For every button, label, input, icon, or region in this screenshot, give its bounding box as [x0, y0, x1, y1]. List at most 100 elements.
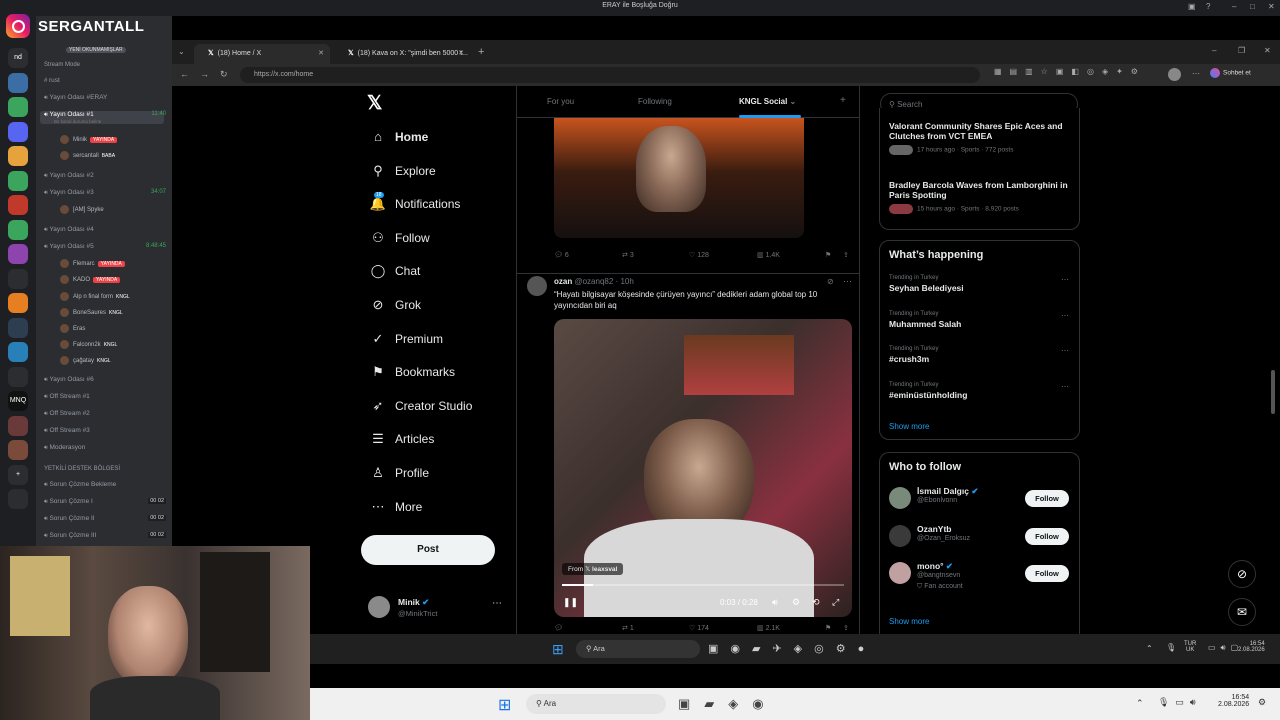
reply-button[interactable]: 💬︎: [554, 624, 563, 632]
voice-user[interactable]: [AM] Spyke: [60, 205, 104, 214]
unread-badge[interactable]: YENİ OKUNMAMIŞLAR: [66, 47, 126, 53]
suggested-account[interactable]: mono° ✔ @bangtnsevn ⛉ Fan account Follow: [880, 561, 1079, 591]
post-video[interactable]: From 𝕏 leaxsval ❚❚ 0:03 / 0:28 🔊︎ ⚙ ⟲ ⤢: [554, 319, 852, 617]
back-icon[interactable]: ←: [180, 69, 189, 79]
grok-float-icon[interactable]: ⊘: [1228, 560, 1256, 588]
voice-user[interactable]: KADO YAYINDA: [60, 275, 121, 284]
channel-item[interactable]: 🔊︎ Off Stream #1: [44, 393, 90, 401]
tab-home[interactable]: 𝕏 (18) Home / X ✕: [194, 44, 330, 64]
tab-kngl-social[interactable]: KNGL Social ⌄: [739, 97, 796, 106]
nav-profile[interactable]: ♙ Profile: [368, 465, 429, 481]
tray-chevron-icon[interactable]: ⌃: [1146, 644, 1153, 653]
server-icon[interactable]: [8, 170, 28, 191]
suggested-account[interactable]: İsmail Dalgıç ✔ @Ebonlvonn Follow: [880, 486, 1079, 516]
nav-creator-studio[interactable]: ➶ Creator Studio: [368, 398, 473, 414]
server-icon[interactable]: [8, 97, 28, 117]
post-time[interactable]: 10h: [620, 277, 633, 286]
channel-item[interactable]: 🔊︎ Yayın Odası #ERAY: [44, 94, 107, 102]
maximize-icon[interactable]: □: [1250, 2, 1255, 11]
channel-item[interactable]: 🔊︎ Sorun Çözme Bekleme: [44, 481, 116, 489]
voice-user[interactable]: Eras: [60, 324, 85, 333]
post-author[interactable]: ozan: [554, 277, 572, 286]
news-item[interactable]: Valorant Community Shares Epic Aces and …: [889, 121, 1075, 155]
language-indicator[interactable]: TUR UK: [1184, 641, 1196, 653]
clock[interactable]: 16:54 2.08.2026: [1238, 641, 1265, 653]
server-icon[interactable]: [8, 489, 28, 509]
video-progress-track[interactable]: [562, 584, 844, 586]
profile-avatar[interactable]: [1168, 68, 1181, 81]
voice-user[interactable]: BoneSaures KNGL: [60, 308, 123, 317]
channel-item[interactable]: 🔊︎ Off Stream #3: [44, 427, 90, 435]
voice-user[interactable]: çağatay KNGL: [60, 356, 111, 365]
share-icon[interactable]: ⇪: [843, 251, 849, 259]
channel-item[interactable]: 🔊︎ Yayın Odası #5: [44, 243, 94, 251]
server-icon[interactable]: nd: [8, 48, 28, 68]
post-button[interactable]: Post: [361, 535, 495, 565]
minimize-icon[interactable]: –: [1232, 2, 1236, 11]
repost-button[interactable]: ⇄ 3: [622, 251, 634, 259]
avatar[interactable]: [527, 276, 547, 296]
more-icon[interactable]: ⋯: [492, 598, 502, 609]
repost-button[interactable]: ⇄ 1: [622, 624, 634, 632]
post-handle[interactable]: @ozanq82: [574, 277, 613, 286]
more-icon[interactable]: ⋯: [1061, 382, 1069, 391]
server-icon[interactable]: [8, 195, 28, 215]
more-icon[interactable]: ⋯: [843, 276, 852, 287]
previous-post-media[interactable]: [554, 118, 804, 238]
follow-button[interactable]: Follow: [1025, 565, 1069, 582]
fullscreen-icon[interactable]: ⤢: [832, 597, 839, 608]
tab-following[interactable]: Following: [638, 97, 672, 106]
trend-item[interactable]: Trending in Turkey #eminüstünholding ⋯: [889, 382, 1075, 400]
account-switcher[interactable]: Minik ✔ @MinikTrict ⋯: [368, 596, 508, 622]
server-icon[interactable]: [8, 146, 28, 166]
voice-user[interactable]: Minik YAYINDA: [60, 135, 118, 144]
trend-item[interactable]: Trending in Turkey Seyhan Belediyesi ⋯: [889, 275, 1075, 293]
like-button[interactable]: ♡ 128: [689, 251, 709, 259]
menu-icon[interactable]: ⋯: [1192, 69, 1200, 78]
show-more-link[interactable]: Show more: [889, 422, 929, 431]
tab-kava[interactable]: 𝕏 (18) Kava on X: "şimdi ben 5000 t... ✕: [334, 44, 470, 64]
taskbar-search-input[interactable]: ⚲ Ara: [576, 640, 700, 658]
nav-explore[interactable]: ⚲ Explore: [368, 163, 435, 179]
maximize-icon[interactable]: ❐: [1238, 46, 1245, 55]
taskbar-search-input[interactable]: ⚲ Ara: [526, 694, 666, 714]
video-source-badge[interactable]: From 𝕏 leaxsval: [562, 563, 624, 575]
channel-item[interactable]: 🔊︎ Yayın Odası #4: [44, 226, 94, 234]
grok-icon[interactable]: ⊘: [827, 277, 834, 286]
voice-user[interactable]: Alp n final form KNGL: [60, 292, 130, 301]
suggested-account[interactable]: OzanYtb @Ozan_Eroksuz Follow: [880, 524, 1079, 554]
x-logo-icon[interactable]: 𝕏: [367, 92, 382, 115]
channel-item[interactable]: 🔊︎ Yayın Odası #6: [44, 376, 94, 384]
tab-list-icon[interactable]: ⌄: [178, 47, 185, 56]
server-icon[interactable]: [8, 268, 28, 289]
bookmark-icon[interactable]: ⚑: [825, 251, 831, 259]
voice-user[interactable]: Falconn2k KNGL: [60, 340, 117, 349]
voice-user[interactable]: Flemarc YAYINDA: [60, 259, 125, 268]
volume-icon[interactable]: 🔊︎: [772, 597, 778, 608]
url-input[interactable]: https://x.com/home: [240, 67, 980, 83]
reply-button[interactable]: 💬︎ 6: [554, 251, 569, 259]
nav-articles[interactable]: ☰ Articles: [368, 431, 434, 447]
rotate-icon[interactable]: ⟲: [812, 597, 820, 608]
new-tab-icon[interactable]: +: [478, 46, 484, 58]
forward-icon[interactable]: →: [200, 69, 209, 79]
server-icon[interactable]: MNQ: [8, 391, 28, 411]
trend-item[interactable]: Trending in Turkey Muhammed Salah ⋯: [889, 311, 1075, 329]
mic-icon[interactable]: 🎙︎: [1166, 643, 1176, 652]
show-more-link[interactable]: Show more: [889, 617, 929, 626]
browser-extension-icons[interactable]: ▦▤▥☆▣◧◎◈✦⚙: [994, 67, 1164, 83]
channel-item[interactable]: 🔊︎ Yayın Odası #3: [44, 189, 94, 197]
tab-close-icon[interactable]: ✕: [458, 49, 464, 57]
server-icon[interactable]: [8, 415, 28, 436]
news-item[interactable]: Bradley Barcola Waves from Lamborghini i…: [889, 180, 1075, 214]
settings-icon[interactable]: ⚙: [1258, 697, 1266, 708]
bookmark-icon[interactable]: ⚑: [825, 624, 831, 632]
server-icon[interactable]: [8, 317, 28, 338]
windows-start-icon[interactable]: ⊞: [552, 641, 564, 658]
server-icon[interactable]: [8, 440, 28, 460]
nav-home[interactable]: ⌂ Home: [368, 129, 428, 144]
window-menu-icon[interactable]: ▣: [1188, 2, 1196, 11]
share-icon[interactable]: ⇪: [843, 624, 849, 632]
follow-button[interactable]: Follow: [1025, 527, 1069, 545]
nav-premium[interactable]: ✓ Premium: [368, 331, 443, 347]
